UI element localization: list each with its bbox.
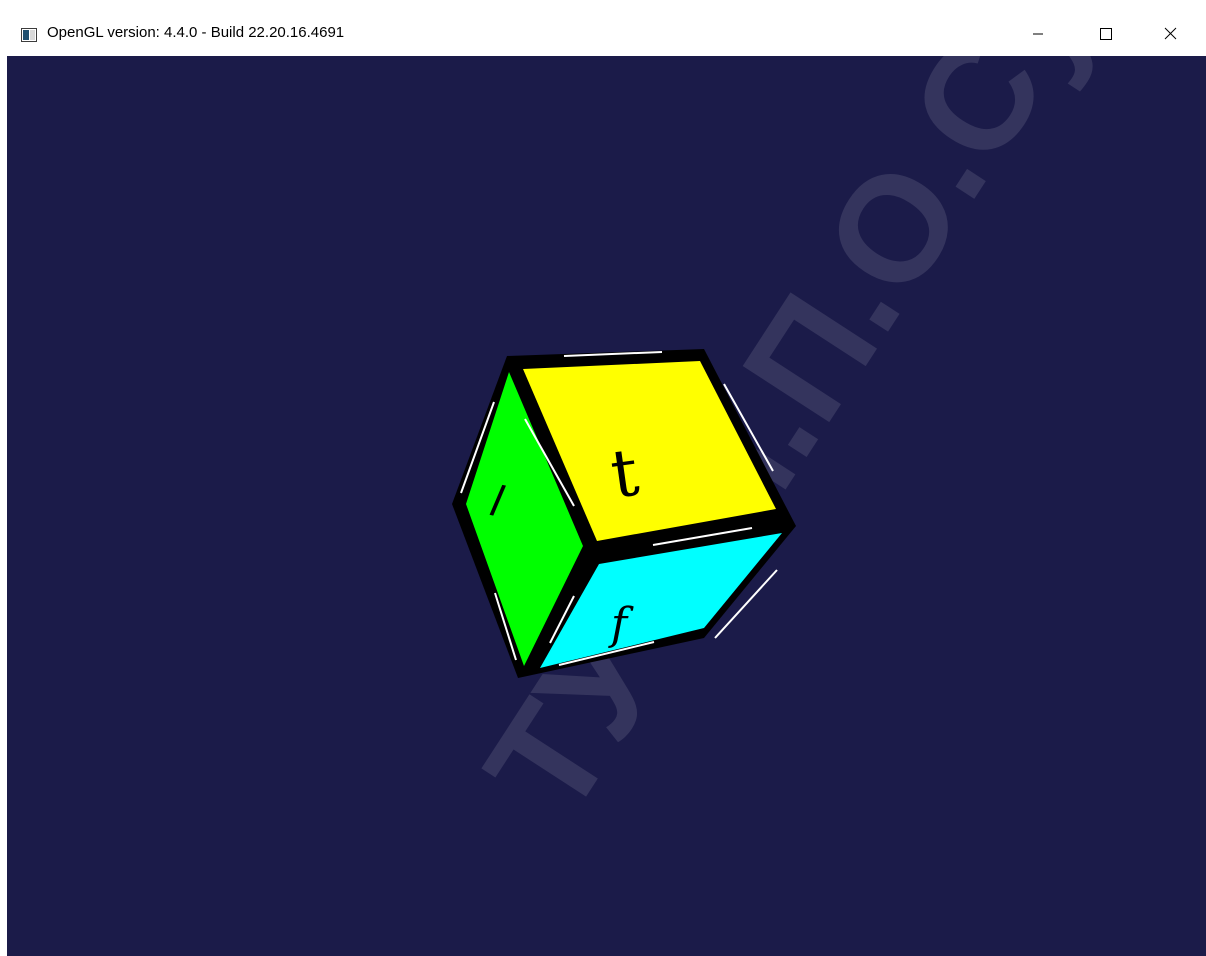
maximize-button[interactable] [1082, 12, 1128, 56]
cube: t f l [452, 349, 796, 678]
close-icon [1164, 27, 1177, 40]
cube-scene: t f l [452, 349, 796, 678]
opengl-window: OpenGL version: 4.4.0 - Build 22.20.16.4… [7, 6, 1206, 956]
minimize-button[interactable] [1015, 12, 1061, 56]
title-bar[interactable]: OpenGL version: 4.4.0 - Build 22.20.16.4… [7, 6, 1206, 56]
close-button[interactable] [1147, 12, 1193, 56]
window-title: OpenGL version: 4.4.0 - Build 22.20.16.4… [47, 24, 345, 41]
opengl-viewport[interactable]: ТУ им.П.О.Сухо t f l [7, 56, 1206, 956]
minimize-icon [1033, 33, 1043, 35]
app-icon [21, 28, 37, 42]
maximize-icon [1100, 28, 1112, 40]
